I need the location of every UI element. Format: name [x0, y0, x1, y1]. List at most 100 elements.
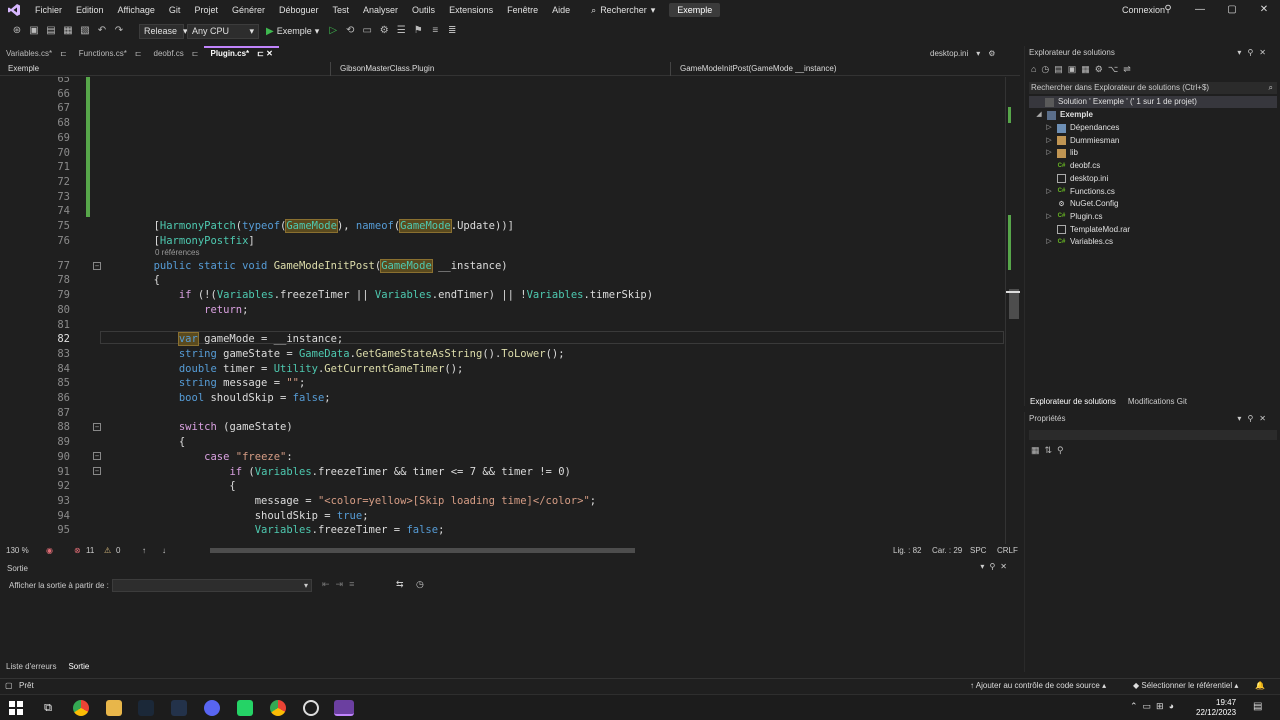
steam-icon[interactable] [138, 700, 154, 716]
undo-icon[interactable]: ↶ [95, 24, 109, 38]
tab-desktop-ini[interactable]: desktop.ini ▾ ⚙ [930, 46, 995, 61]
task-view-icon[interactable]: ⧉ [40, 700, 56, 716]
properties-toolbar[interactable]: ▦⇅⚲ [1031, 445, 1069, 456]
close-button[interactable]: ✕ [1248, 0, 1280, 20]
error-count[interactable]: 11 [86, 544, 94, 557]
output-source-dropdown[interactable]: ▾ [112, 579, 312, 592]
menu-edition[interactable]: Edition [69, 0, 111, 20]
code-line[interactable]: if (!(Variables.freezeTimer || Variables… [103, 289, 653, 301]
notification-center-icon[interactable]: ▤ [1253, 701, 1262, 712]
menu-analyser[interactable]: Analyser [356, 0, 405, 20]
obs-icon[interactable] [303, 700, 319, 716]
visual-studio-icon[interactable] [334, 700, 354, 716]
chrome-icon[interactable] [270, 700, 286, 716]
code-line[interactable]: string gameState = GameData.GetGameState… [103, 348, 565, 360]
code-line[interactable]: Variables.freezeTimer = false; [103, 524, 445, 536]
code-line[interactable]: return; [103, 304, 248, 316]
arrow-down-icon[interactable]: ↓ [162, 544, 166, 557]
menu-fenetre[interactable]: Fenêtre [500, 0, 545, 20]
open-icon[interactable]: ▤ [44, 24, 58, 38]
tab-error-list[interactable]: Liste d'erreurs [0, 660, 62, 673]
fold-toggle-icon[interactable]: − [93, 467, 101, 475]
notifications-icon[interactable]: 🔔 [1255, 679, 1265, 693]
tree-item-deobf-cs[interactable]: C# deobf.cs [1045, 160, 1101, 172]
expand-arrow-icon[interactable]: ▷ [1045, 147, 1053, 159]
code-line[interactable]: case "freeze": [103, 451, 293, 463]
tree-item-lib[interactable]: ▷ lib [1045, 147, 1078, 159]
menu-extensions[interactable]: Extensions [442, 0, 500, 20]
code-line[interactable]: { [103, 480, 235, 492]
arrow-up-icon[interactable]: ↑ [142, 544, 146, 557]
tab-variables-cs-[interactable]: Variables.cs* ⊏ [0, 46, 73, 61]
discord-icon[interactable] [204, 700, 220, 716]
code-line[interactable]: if (Variables.freezeTimer && timer <= 7 … [103, 466, 570, 478]
platform-dropdown[interactable]: Any CPU ▾ [187, 23, 259, 39]
fold-toggle-icon[interactable]: − [93, 452, 101, 460]
pin-tab-icon[interactable]: ⊏ [135, 46, 142, 61]
maximize-button[interactable]: ▢ [1216, 0, 1248, 20]
code-line[interactable]: { [103, 274, 160, 286]
pin-tab-icon[interactable]: ⊏ [192, 46, 199, 61]
start-without-debugging-icon[interactable]: ▷ [326, 24, 340, 38]
tree-item-dummiesman[interactable]: ▷ Dummiesman [1045, 135, 1119, 147]
solution-node[interactable]: Solution ' Exemple ' (' 1 sur 1 de proje… [1029, 96, 1277, 108]
file-explorer-icon[interactable] [106, 700, 122, 716]
hot-reload-icon[interactable]: ⟲ [343, 24, 357, 38]
member-dropdown[interactable]: GameModeInitPost(GameMode __instance) [680, 62, 837, 76]
tab-output[interactable]: Sortie [62, 660, 95, 673]
close-tab-icon[interactable]: ⊏ ✕ [257, 48, 273, 61]
pane-controls[interactable]: ▾⚲✕ [1237, 48, 1272, 57]
navigate-back-icon[interactable]: ⊛ [10, 24, 24, 38]
menu-outils[interactable]: Outils [405, 0, 442, 20]
minimize-button[interactable]: — [1184, 0, 1216, 20]
code-line[interactable]: [HarmonyPatch(typeof(GameMode), nameof(G… [103, 219, 514, 233]
expand-arrow-icon[interactable]: ▷ [1045, 236, 1053, 248]
tab-solution-explorer[interactable]: Explorateur de solutions [1024, 395, 1122, 408]
tree-item-templatemod-rar[interactable]: TemplateMod.rar [1045, 224, 1130, 236]
clock-icon[interactable]: ◷ [416, 579, 424, 590]
select-repository-button[interactable]: ◆ Sélectionner le référentiel ▴ [1133, 679, 1238, 693]
whatsapp-icon[interactable] [237, 700, 253, 716]
menu-projet[interactable]: Projet [187, 0, 225, 20]
code-line[interactable]: shouldSkip = true; [103, 510, 369, 522]
menu-generer[interactable]: Générer [225, 0, 272, 20]
fold-toggle-icon[interactable]: − [93, 262, 101, 270]
bookmark-icon[interactable]: ⚑ [411, 24, 425, 38]
pane-controls[interactable]: ▾⚲✕ [1237, 414, 1272, 423]
source-control-button[interactable]: ↑ Ajouter au contrôle de code source ▴ [970, 679, 1106, 693]
scroll-thumb[interactable] [1009, 289, 1019, 319]
tree-item-plugin-cs[interactable]: ▷ C# Plugin.cs [1045, 211, 1102, 223]
comment-icon[interactable]: ≡ [428, 24, 442, 38]
properties-object-dropdown[interactable] [1029, 430, 1277, 440]
format-icon[interactable]: ☰ [394, 24, 408, 38]
code-line[interactable]: var gameMode = __instance; [103, 332, 343, 347]
menu-affichage[interactable]: Affichage [111, 0, 162, 20]
output-toolbar-icons[interactable]: ⇤⇥≡ [322, 579, 360, 590]
code-line[interactable]: switch (gameState) [103, 421, 293, 433]
code-line[interactable]: message = "<color=yellow>[Skip loading t… [103, 495, 596, 507]
menu-git[interactable]: Git [162, 0, 188, 20]
menu-test[interactable]: Test [326, 0, 357, 20]
new-item-icon[interactable]: ▣ [27, 24, 41, 38]
code-line[interactable]: bool shouldSkip = false; [103, 392, 331, 404]
tree-item-d-pendances[interactable]: ▷ Dépendances [1045, 122, 1119, 134]
menu-deboguer[interactable]: Déboguer [272, 0, 326, 20]
expand-arrow-icon[interactable]: ▷ [1045, 186, 1053, 198]
redo-icon[interactable]: ↷ [112, 24, 126, 38]
chrome-icon[interactable] [73, 700, 89, 716]
tab-git-changes[interactable]: Modifications Git [1122, 395, 1193, 408]
expand-arrow-icon[interactable]: ▷ [1045, 211, 1053, 223]
steam-icon[interactable] [171, 700, 187, 716]
code-line[interactable]: string message = ""; [103, 377, 305, 389]
pin-icon[interactable]: ⚲ [1152, 0, 1184, 20]
codelens-references[interactable]: 0 références [155, 248, 199, 257]
tree-item-variables-cs[interactable]: ▷ C# Variables.cs [1045, 236, 1113, 248]
class-dropdown[interactable]: GibsonMasterClass.Plugin [340, 62, 434, 76]
configuration-dropdown[interactable]: Release ▾ [139, 23, 188, 39]
tab-deobf-cs[interactable]: deobf.cs ⊏ [148, 46, 205, 61]
code-line[interactable]: { [103, 436, 185, 448]
code-line[interactable]: public static void GameModeInitPost(Game… [103, 258, 508, 273]
start-debugging-button[interactable]: ▶ Exemple ▾ [262, 26, 323, 37]
pin-tab-icon[interactable]: ⊏ [60, 46, 67, 61]
code-line[interactable]: [HarmonyPostfix] [103, 235, 255, 247]
